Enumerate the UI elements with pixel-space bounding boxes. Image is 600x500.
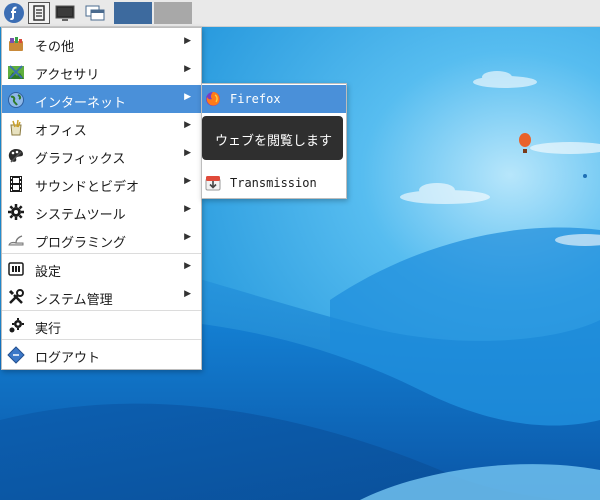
submenu-item-label: Firefox (230, 92, 281, 106)
submenu-arrow-icon: ▶ (184, 204, 191, 214)
window-list-button[interactable] (28, 2, 50, 24)
window-switcher-button[interactable] (84, 2, 106, 24)
graphics-palette-icon (7, 147, 25, 165)
menu-item-other[interactable]: その他 ▶ (2, 29, 201, 57)
accessories-icon (7, 63, 25, 81)
menu-item-accessories[interactable]: アクセサリ ▶ (2, 57, 201, 85)
firefox-icon (205, 91, 221, 107)
menu-item-label: システムツール (35, 208, 126, 223)
menu-item-label: オフィス (35, 124, 87, 139)
submenu-arrow-icon: ▶ (184, 148, 191, 158)
submenu-arrow-icon: ▶ (184, 36, 191, 46)
menu-item-label: その他 (35, 40, 75, 55)
tooltip-text: ウェブを閲覧します (215, 134, 333, 149)
menu-item-system-admin[interactable]: システム管理 ▶ (2, 282, 201, 310)
menu-item-label: システム管理 (35, 293, 113, 308)
submenu-arrow-icon: ▶ (184, 261, 191, 271)
other-apps-icon (7, 35, 25, 53)
fedora-logo-icon (4, 3, 24, 23)
menu-item-label: ログアウト (35, 351, 101, 366)
menu-item-internet[interactable]: インターネット ▶ (2, 85, 201, 113)
windows-icon (85, 5, 105, 21)
firefox-tooltip: ウェブを閲覧します (202, 116, 343, 160)
menu-item-logout[interactable]: ログアウト (2, 340, 201, 368)
menu-item-label: プログラミング (35, 236, 127, 251)
submenu-item-label: Transmission (230, 176, 317, 190)
menu-item-label: 実行 (35, 322, 62, 337)
submenu-arrow-icon: ▶ (184, 64, 191, 74)
menu-item-label: グラフィックス (35, 152, 126, 167)
submenu-arrow-icon: ▶ (184, 176, 191, 186)
submenu-item-transmission[interactable]: Transmission (202, 169, 346, 197)
menu-item-settings[interactable]: 設定 ▶ (2, 254, 201, 282)
top-panel (0, 0, 600, 27)
show-desktop-button[interactable] (54, 2, 76, 24)
monitor-icon (55, 5, 75, 21)
settings-icon (7, 260, 25, 278)
office-icon (7, 119, 25, 137)
fedora-menu-button[interactable] (3, 2, 25, 24)
menu-item-label: 設定 (35, 265, 62, 280)
submenu-arrow-icon: ▶ (184, 120, 191, 130)
menu-list-icon (33, 5, 45, 21)
menu-item-graphics[interactable]: グラフィックス ▶ (2, 141, 201, 169)
gear-icon (7, 203, 25, 221)
menu-item-programming[interactable]: プログラミング ▶ (2, 225, 201, 253)
film-strip-icon (7, 175, 25, 193)
submenu-arrow-icon: ▶ (184, 232, 191, 242)
workspace-1[interactable] (114, 2, 152, 24)
menu-item-office[interactable]: オフィス ▶ (2, 113, 201, 141)
applications-menu: その他 ▶ アクセサリ ▶ インターネット ▶ オフィス ▶ グラフィックス ▶ (1, 27, 202, 370)
programming-icon (7, 231, 25, 249)
logout-icon (7, 346, 25, 364)
menu-item-label: アクセサリ (35, 68, 100, 83)
submenu-arrow-icon: ▶ (184, 92, 191, 102)
workspace-2[interactable] (154, 2, 192, 24)
submenu-arrow-icon: ▶ (184, 289, 191, 299)
tools-icon (7, 288, 25, 306)
menu-item-run[interactable]: 実行 (2, 311, 201, 339)
submenu-item-firefox[interactable]: Firefox (202, 85, 346, 113)
menu-item-label: サウンドとビデオ (35, 180, 140, 195)
run-gear-icon (7, 317, 25, 335)
menu-item-sound-video[interactable]: サウンドとビデオ ▶ (2, 169, 201, 197)
transmission-icon (205, 175, 221, 191)
internet-globe-icon (7, 91, 25, 109)
menu-item-system-tools[interactable]: システムツール ▶ (2, 197, 201, 225)
menu-item-label: インターネット (35, 96, 127, 111)
